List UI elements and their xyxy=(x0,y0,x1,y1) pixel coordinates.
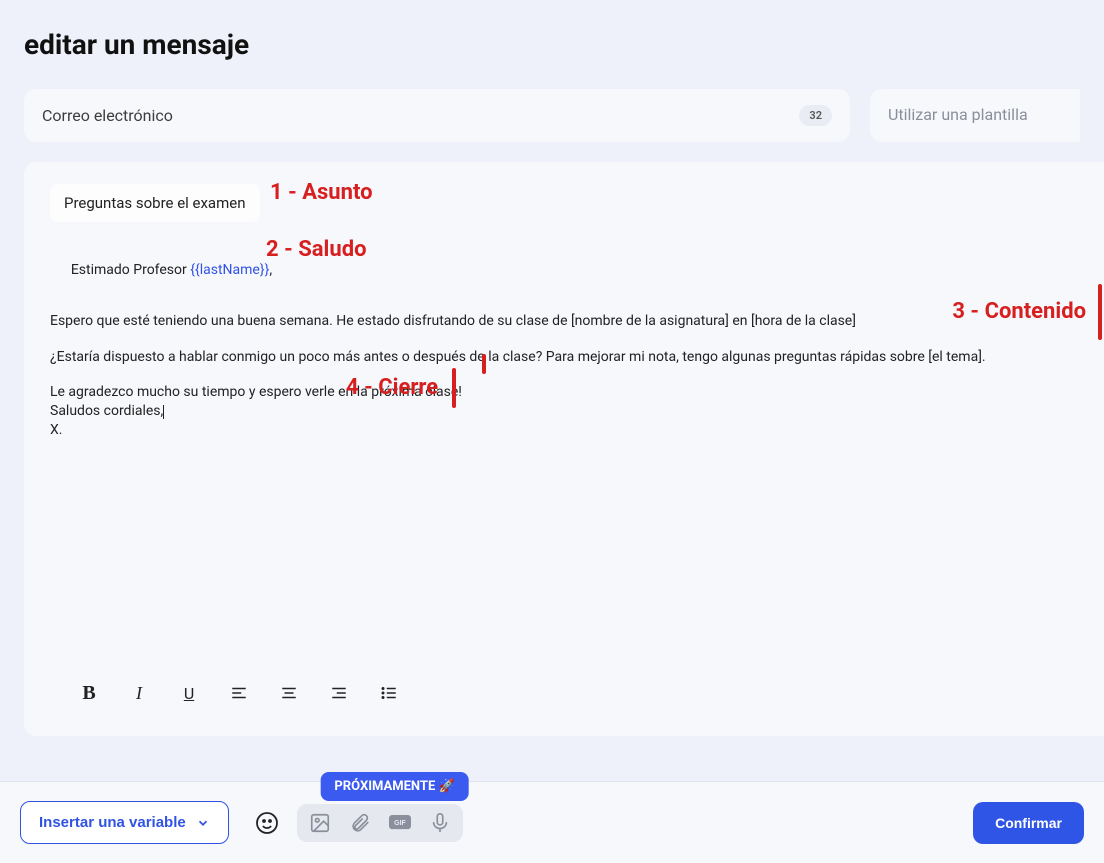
closing-line-1: Le agradezco mucho su tiempo y espero ve… xyxy=(50,383,1078,402)
confirm-button[interactable]: Confirmar xyxy=(973,802,1084,844)
insert-variable-button[interactable]: Insertar una variable xyxy=(20,801,229,844)
underline-button[interactable]: U xyxy=(178,682,200,704)
greeting-prefix: Estimado Profesor xyxy=(71,262,190,278)
page-title: editar un mensaje xyxy=(0,0,1104,61)
attachment-button[interactable] xyxy=(349,812,371,834)
channel-selector[interactable]: Correo electrónico 32 xyxy=(24,89,850,142)
greeting-suffix: , xyxy=(269,262,272,278)
emoji-button[interactable] xyxy=(253,809,281,837)
format-toolbar: B I U xyxy=(78,682,400,704)
gif-button[interactable]: GIF xyxy=(389,812,411,834)
italic-button[interactable]: I xyxy=(128,682,150,704)
closing-line-2: Saludos cordiales, xyxy=(50,402,1078,421)
closing-line-3: X. xyxy=(50,421,1078,440)
char-count-badge: 32 xyxy=(799,105,832,126)
coming-soon-badge: PRÓXIMAMENTE 🚀 xyxy=(320,772,468,801)
template-label: Utilizar una plantilla xyxy=(888,105,1028,124)
greeting-line: Estimado Profesor {{lastName}}, xyxy=(50,240,1078,301)
paperclip-icon xyxy=(349,812,371,834)
editor-card: Preguntas sobre el examen 1 - Asunto Est… xyxy=(24,162,1104,736)
image-icon xyxy=(309,812,331,834)
align-center-button[interactable] xyxy=(278,682,300,704)
smiley-icon xyxy=(255,811,279,835)
svg-text:GIF: GIF xyxy=(394,821,406,828)
body-paragraph-1: Espero que esté teniendo una buena seman… xyxy=(50,311,1078,331)
closing-block: Le agradezco mucho su tiempo y espero ve… xyxy=(50,383,1078,440)
list-button[interactable] xyxy=(378,682,400,704)
gif-icon: GIF xyxy=(389,815,411,829)
template-selector[interactable]: Utilizar una plantilla xyxy=(870,89,1080,142)
align-right-button[interactable] xyxy=(328,682,350,704)
chevron-down-icon xyxy=(196,816,210,830)
bold-button[interactable]: B xyxy=(78,682,100,704)
top-row: Correo electrónico 32 Utilizar una plant… xyxy=(24,89,1080,142)
variable-token-lastname[interactable]: {{lastName}} xyxy=(190,262,269,278)
media-attachments-group: PRÓXIMAMENTE 🚀 GIF xyxy=(297,804,463,842)
channel-label: Correo electrónico xyxy=(42,106,173,125)
image-button[interactable] xyxy=(309,812,331,834)
subject-input[interactable]: Preguntas sobre el examen xyxy=(50,184,260,222)
text-cursor xyxy=(163,405,164,419)
microphone-icon xyxy=(429,812,451,834)
bottom-bar: Insertar una variable PRÓXIMAMENTE 🚀 GIF… xyxy=(0,781,1104,863)
annotation-subject: 1 - Asunto xyxy=(270,180,373,205)
align-left-button[interactable] xyxy=(228,682,250,704)
microphone-button[interactable] xyxy=(429,812,451,834)
message-body[interactable]: Estimado Profesor {{lastName}}, 2 - Salu… xyxy=(50,240,1078,440)
body-paragraph-2: ¿Estaría dispuesto a hablar conmigo un p… xyxy=(50,347,1078,367)
insert-variable-label: Insertar una variable xyxy=(39,814,186,831)
subject-text: Preguntas sobre el examen xyxy=(64,194,245,212)
